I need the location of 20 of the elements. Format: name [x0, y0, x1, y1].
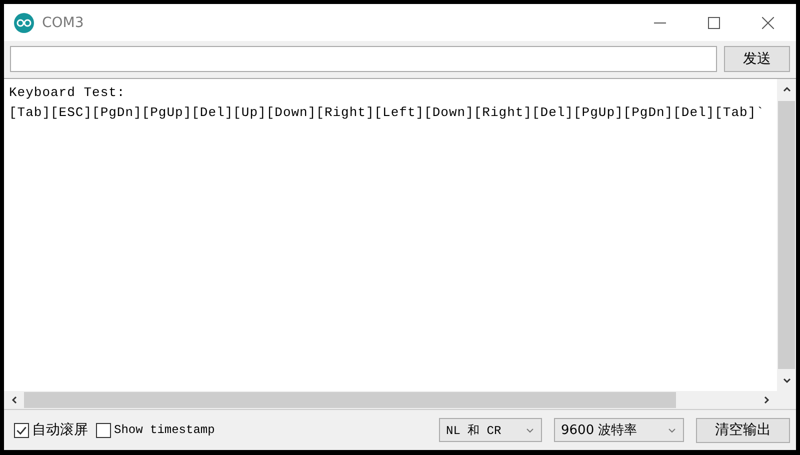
clear-output-button[interactable]: 清空输出: [696, 418, 790, 442]
message-input-field[interactable]: [10, 46, 717, 72]
scroll-left-icon[interactable]: [9, 395, 19, 405]
output-line: Keyboard Test:: [9, 84, 126, 102]
send-button[interactable]: 发送: [724, 46, 790, 72]
maximize-icon[interactable]: [708, 16, 720, 28]
close-icon[interactable]: [762, 16, 774, 28]
line-ending-dropdown[interactable]: NL 和 CR: [439, 418, 542, 442]
output-line: [Tab][ESC][PgDn][PgUp][Del][Up][Down][Right][Left][Down][Right][Del][PgUp][PgDn][Del][Tab]`: [9, 104, 766, 122]
autoscroll-checkbox[interactable]: [14, 422, 29, 438]
app-logo-icon: [14, 12, 34, 32]
scroll-down-icon[interactable]: [782, 376, 792, 386]
scroll-up-icon[interactable]: [782, 84, 792, 94]
timestamp-checkbox[interactable]: [96, 422, 111, 438]
vertical-scrollbar[interactable]: [777, 79, 796, 391]
timestamp-label: Show timestamp: [114, 423, 215, 437]
baud-rate-dropdown[interactable]: 9600 波特率: [554, 418, 684, 442]
scroll-right-icon[interactable]: [762, 395, 772, 405]
autoscroll-label: 自动滚屏: [32, 421, 88, 439]
window-title: COM3: [42, 14, 84, 30]
